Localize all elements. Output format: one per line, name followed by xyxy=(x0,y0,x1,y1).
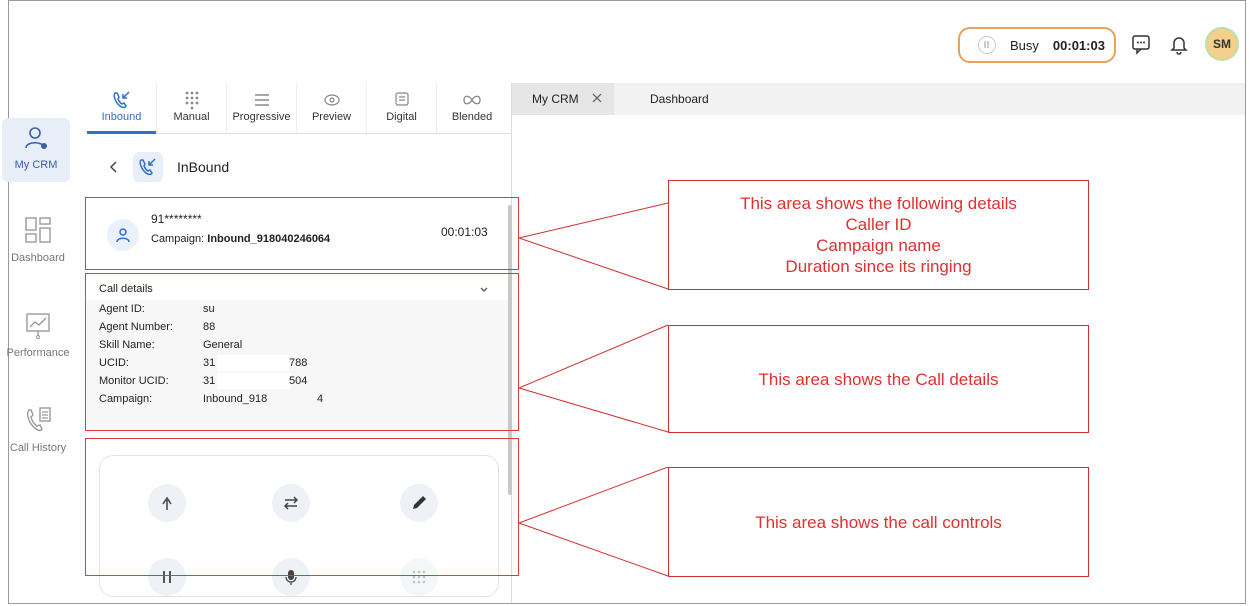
annotation-line: Caller ID xyxy=(845,215,912,234)
annotation-line: Campaign name xyxy=(816,236,941,255)
annotation-line: Duration since its ringing xyxy=(785,257,972,276)
annotation-line: This area shows the Call details xyxy=(758,369,999,389)
annotation-callout-controls: This area shows the call controls xyxy=(668,467,1089,577)
annotation-callout-caller: This area shows the following details Ca… xyxy=(668,180,1089,290)
annotation-callout-details: This area shows the Call details xyxy=(668,325,1089,433)
annotation-line: This area shows the call controls xyxy=(755,512,1002,532)
annotation-line: This area shows the following details xyxy=(740,194,1017,213)
